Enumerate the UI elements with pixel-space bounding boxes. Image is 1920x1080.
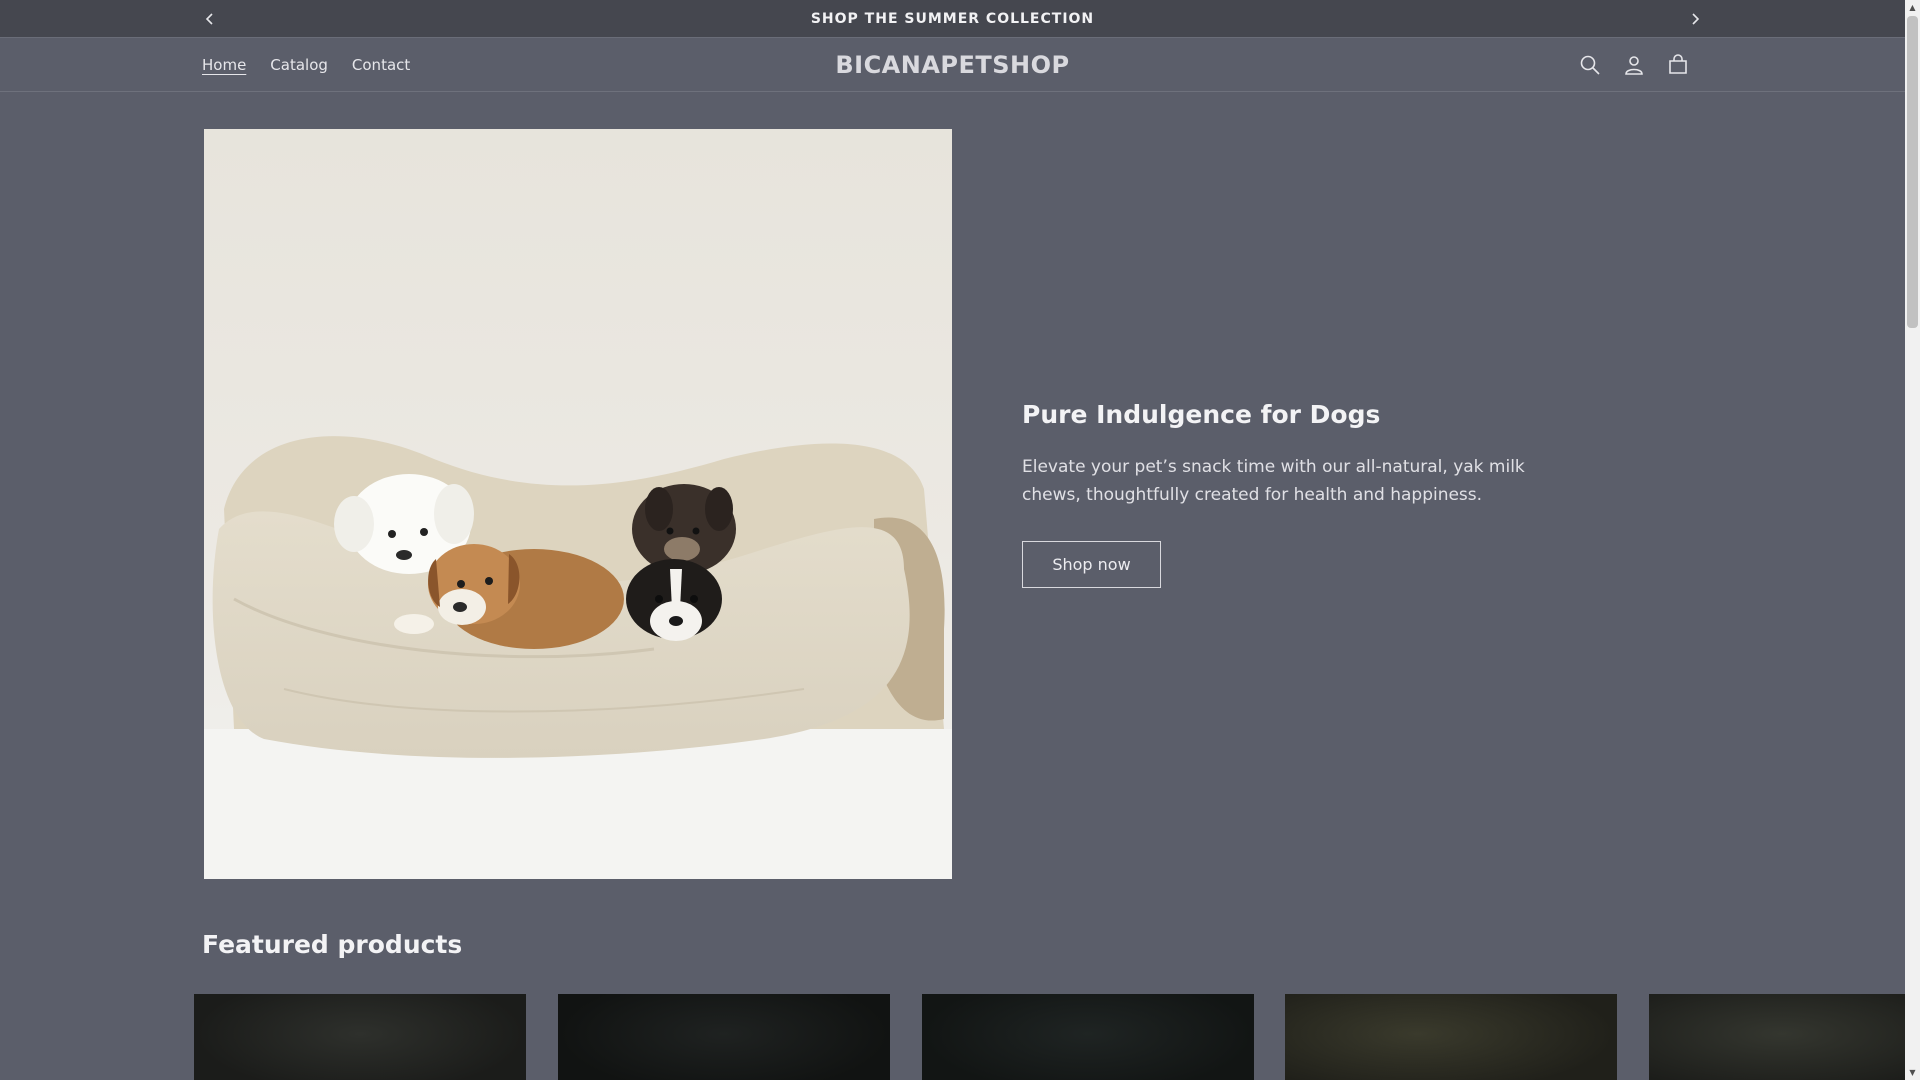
page-scrollbar[interactable]: ▲ ▼ [1905,0,1920,1080]
header-icons [1574,38,1694,92]
product-card[interactable] [1285,994,1617,1080]
featured-products-title: Featured products [202,930,463,959]
announcement-next-button[interactable] [1683,7,1707,31]
brand-logo[interactable]: BICANAPETSHOP [835,51,1069,79]
hero-title: Pure Indulgence for Dogs [1022,400,1381,429]
chevron-right-icon [1692,13,1700,25]
search-button[interactable] [1574,49,1606,81]
account-icon [1625,56,1643,75]
product-card[interactable] [194,994,526,1080]
cart-button[interactable] [1662,49,1694,81]
hero-description: Elevate your pet’s snack time with our a… [1022,457,1525,505]
hero-image [204,129,952,879]
announcement-bar: SHOP THE SUMMER COLLECTION [0,0,1905,38]
nav-link-contact[interactable]: Contact [340,50,422,80]
account-button[interactable] [1618,49,1650,81]
search-icon [1580,55,1600,75]
announcement-prev-button[interactable] [198,7,222,31]
hero-content: Pure Indulgence for Dogs Elevate your pe… [1022,400,1582,588]
product-card[interactable] [558,994,890,1080]
product-card[interactable] [1649,994,1905,1080]
chevron-left-icon [205,13,213,25]
scroll-down-icon[interactable]: ▼ [1905,1065,1920,1080]
scroll-up-icon[interactable]: ▲ [1905,0,1920,15]
scrollbar-thumb[interactable] [1907,16,1918,328]
shop-now-button[interactable]: Shop now [1022,541,1161,588]
featured-products-list [194,994,1905,1080]
puppies-illustration [204,436,952,879]
nav-link-home[interactable]: Home [190,50,258,80]
product-card[interactable] [922,994,1254,1080]
announcement-text[interactable]: SHOP THE SUMMER COLLECTION [811,11,1094,27]
main-nav: Home Catalog Contact [190,38,422,92]
nav-link-catalog[interactable]: Catalog [258,50,340,80]
cart-icon [1669,54,1687,74]
site-header: Home Catalog Contact BICANAPETSHOP [0,38,1905,92]
